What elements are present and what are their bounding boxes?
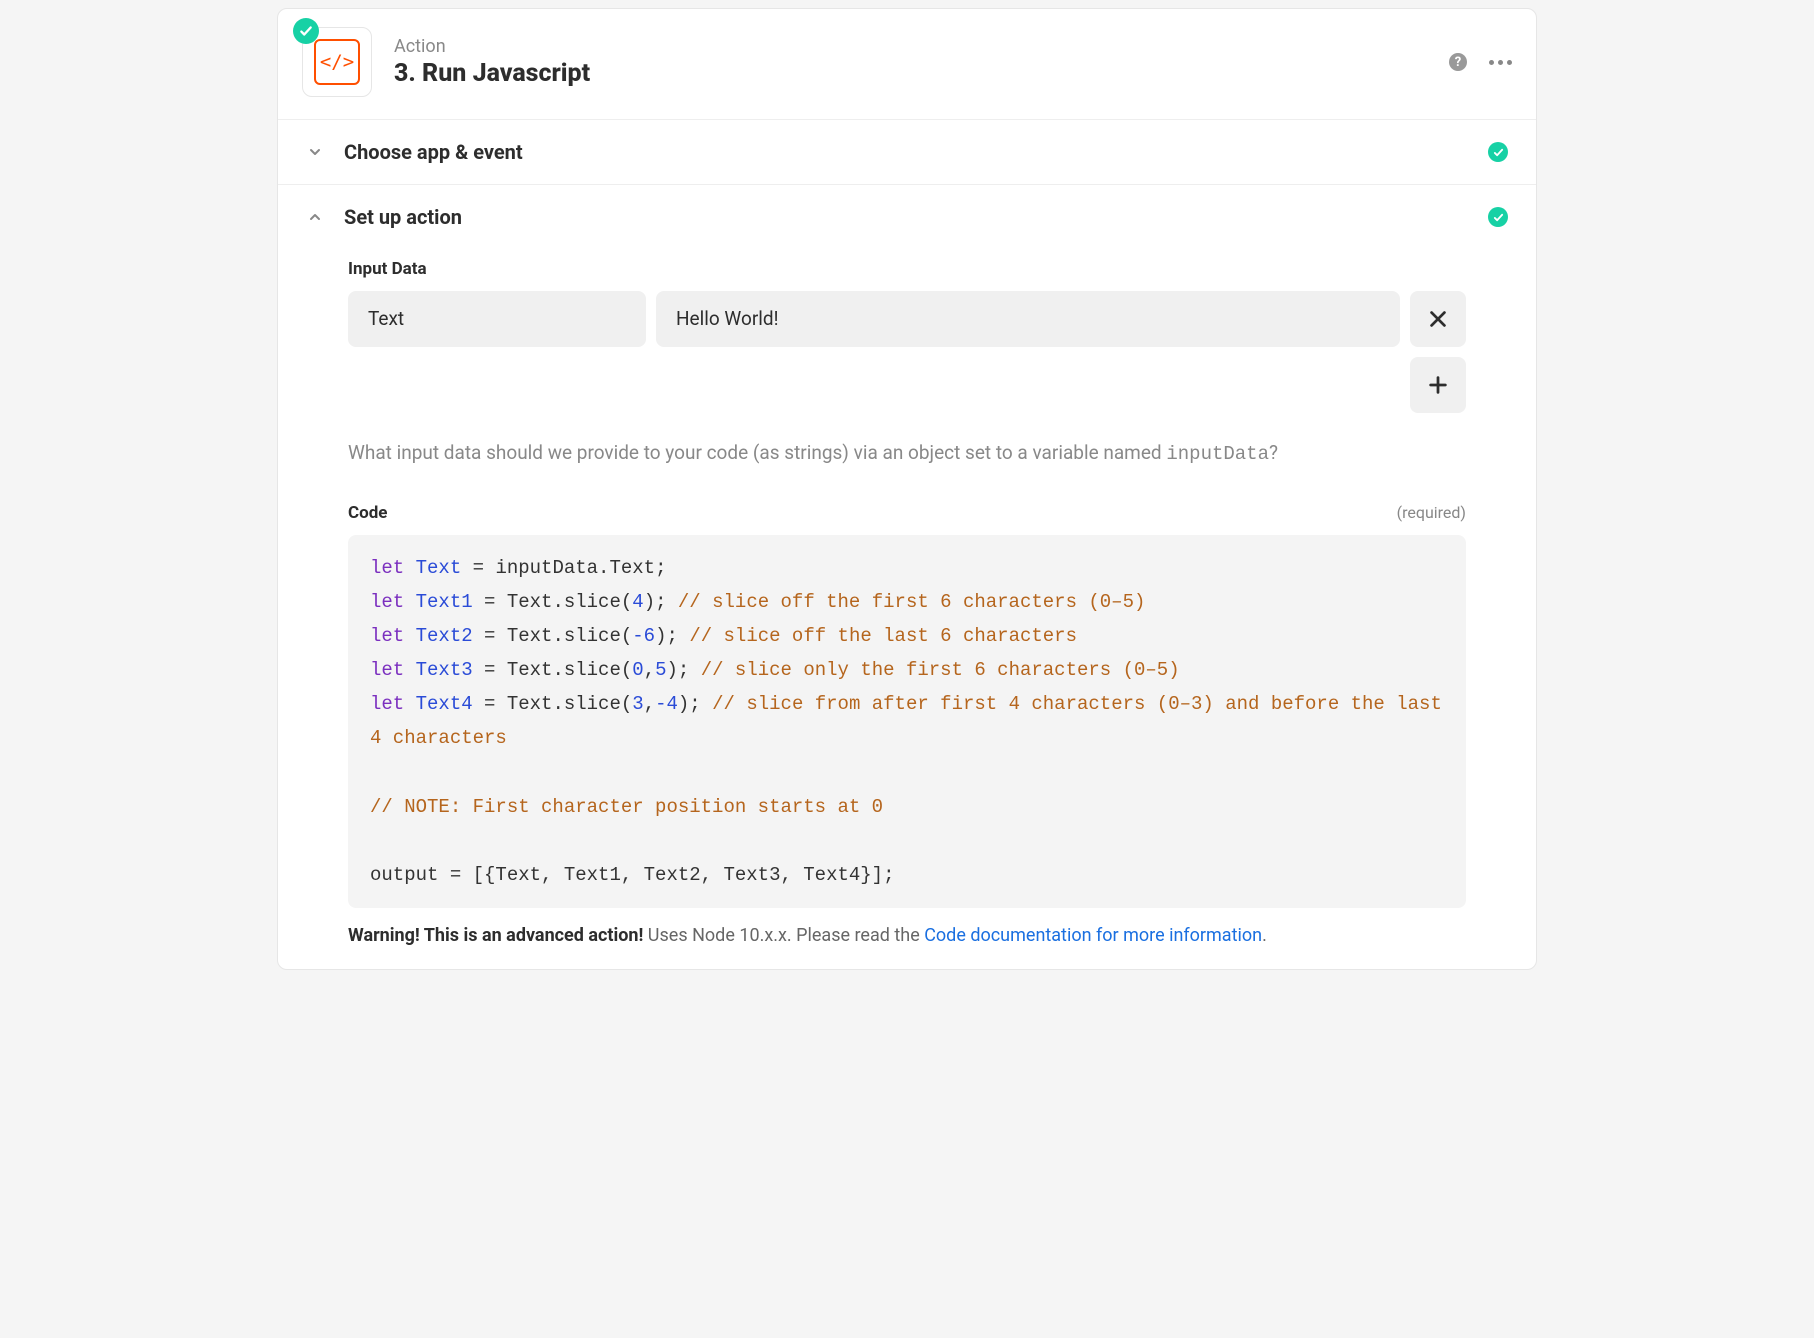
chevron-up-icon <box>306 209 324 225</box>
code-app-icon: </> <box>314 39 360 85</box>
input-data-label: Input Data <box>348 259 1466 279</box>
chevron-down-icon <box>306 144 324 160</box>
app-icon: </> <box>302 27 372 97</box>
status-check-icon <box>293 18 319 44</box>
more-button[interactable] <box>1489 60 1512 65</box>
setup-body: Input Data Text Hello World! What input … <box>278 249 1536 969</box>
section-choose-app-event[interactable]: Choose app & event <box>278 120 1536 185</box>
warning-text: Warning! This is an advanced action! Use… <box>348 922 1466 949</box>
input-data-row: Text Hello World! <box>348 291 1466 347</box>
section-title: Choose app & event <box>344 140 1488 164</box>
section-complete-icon <box>1488 142 1508 162</box>
section-complete-icon <box>1488 207 1508 227</box>
action-subtitle: Action <box>394 36 1449 57</box>
action-title: 3. Run Javascript <box>394 59 1449 88</box>
code-editor[interactable]: let Text = inputData.Text; let Text1 = T… <box>348 535 1466 909</box>
close-icon <box>1427 308 1449 330</box>
remove-row-button[interactable] <box>1410 291 1466 347</box>
required-label: (required) <box>1397 503 1466 522</box>
add-row-button[interactable] <box>1410 357 1466 413</box>
plus-icon <box>1427 374 1449 396</box>
more-icon <box>1489 60 1512 65</box>
section-set-up-action[interactable]: Set up action <box>278 185 1536 249</box>
action-card: </> Action 3. Run Javascript ? Choose ap… <box>277 8 1537 970</box>
section-title: Set up action <box>344 205 1488 229</box>
card-header: </> Action 3. Run Javascript ? <box>278 9 1536 120</box>
code-label: Code (required) <box>348 503 1466 523</box>
help-button[interactable]: ? <box>1449 53 1467 71</box>
input-key-field[interactable]: Text <box>348 291 646 347</box>
input-data-help: What input data should we provide to you… <box>348 439 1466 469</box>
help-icon: ? <box>1449 53 1467 71</box>
input-value-field[interactable]: Hello World! <box>656 291 1400 347</box>
code-docs-link[interactable]: Code documentation for more information <box>924 925 1262 946</box>
